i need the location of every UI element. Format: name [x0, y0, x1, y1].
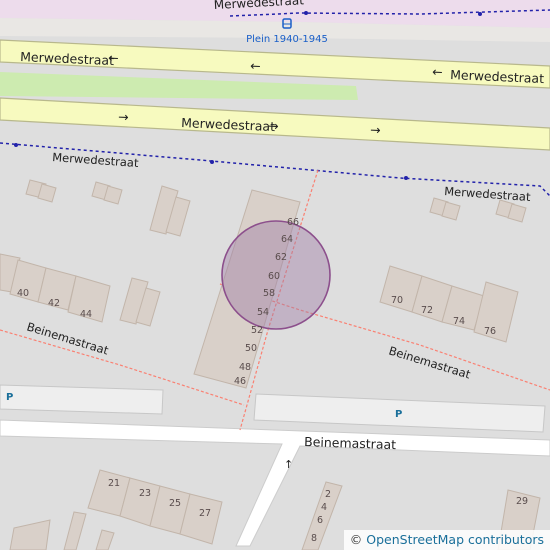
copyright-symbol: ©: [349, 532, 363, 547]
house-number: 60: [268, 271, 280, 282]
map-view[interactable]: Merwedestraat Merwedestraat ← ← ← Merwed…: [0, 0, 550, 550]
house-number: 21: [108, 478, 120, 489]
arrow-left-icon: ←: [432, 64, 443, 79]
house-number: 2: [325, 489, 331, 500]
route-arrow-dot: [404, 176, 408, 180]
parking-label-left: P: [6, 392, 13, 403]
route-arrow-dot: [304, 11, 308, 15]
house-number: 42: [48, 298, 60, 309]
map-attribution: © OpenStreetMap contributors: [343, 530, 550, 550]
arrow-left-icon: ←: [108, 50, 119, 65]
map-canvas[interactable]: Merwedestraat Merwedestraat ← ← ← Merwed…: [0, 0, 550, 550]
house-number: 70: [391, 295, 403, 306]
house-number: 74: [453, 316, 465, 327]
house-number: 8: [311, 533, 317, 544]
arrow-left-icon: ←: [250, 58, 261, 73]
house-number: 76: [484, 326, 496, 337]
route-arrow-dot: [478, 12, 482, 16]
house-number: 6: [317, 515, 323, 526]
house-number: 54: [257, 307, 269, 318]
parking-area-left: [0, 384, 164, 415]
house-number: 64: [281, 234, 293, 245]
house-number: 44: [80, 309, 92, 320]
house-number: 66: [287, 217, 299, 228]
parking-label-right: P: [395, 409, 402, 420]
house-number: 29: [516, 496, 528, 507]
house-number: 52: [251, 325, 263, 336]
house-number: 48: [239, 362, 251, 373]
house-number: 4: [321, 502, 327, 513]
house-number: 62: [275, 252, 287, 263]
route-arrow-dot: [14, 143, 18, 147]
house-number: 23: [139, 488, 151, 499]
arrow-right-icon: →: [268, 118, 279, 133]
street-label-beinemastraat-main: Beinemastraat: [304, 434, 397, 452]
house-number: 50: [245, 343, 257, 354]
house-number: 40: [17, 288, 29, 299]
house-number: 27: [199, 508, 211, 519]
house-number: 58: [263, 288, 275, 299]
route-arrow-dot: [210, 160, 214, 164]
house-number: 25: [169, 498, 181, 509]
bus-stop-label: Plein 1940-1945: [246, 34, 328, 45]
arrow-right-icon: →: [118, 109, 129, 124]
arrow-up-icon: ↑: [284, 458, 293, 471]
arrow-right-icon: →: [370, 122, 381, 137]
house-number: 72: [421, 305, 433, 316]
house-number: 46: [234, 376, 246, 387]
osm-attribution-link[interactable]: OpenStreetMap contributors: [366, 532, 544, 547]
